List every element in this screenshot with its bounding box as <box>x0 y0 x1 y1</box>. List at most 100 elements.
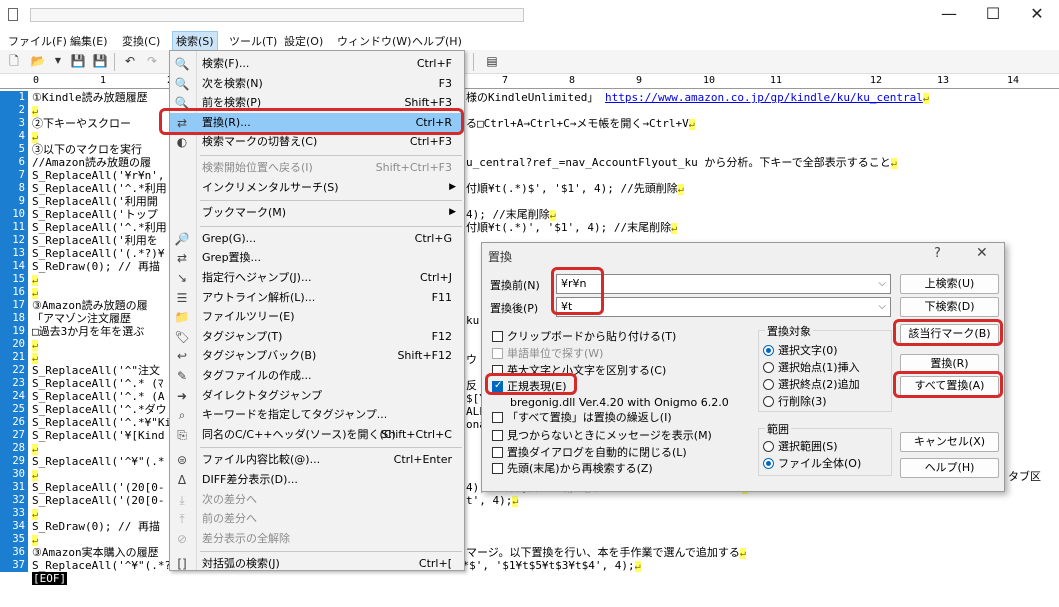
save-all-icon[interactable]: 💾 <box>92 53 108 69</box>
checkbox-box[interactable] <box>492 331 503 342</box>
menu-item[interactable]: ➜ ダイレクトタグジャンプ <box>170 386 464 405</box>
bracket-icon: [] <box>177 557 187 572</box>
dropdown-icon[interactable]: ▼ <box>50 53 66 69</box>
menu-convert[interactable]: 変換(C) <box>122 33 160 49</box>
text-fragment: 反 <box>466 379 477 392</box>
line-number: 16 <box>0 286 28 299</box>
search-up-button[interactable]: 上検索(U) <box>900 274 999 294</box>
menu-item[interactable]: 📁 ファイルツリー(E) <box>170 307 464 326</box>
print-preview-icon[interactable]: ▤ <box>484 53 500 69</box>
title-bar: — ☐ ✕ <box>0 0 1059 30</box>
radio-dot[interactable] <box>763 396 774 407</box>
replace-button[interactable]: 置換(R) <box>900 354 999 374</box>
menu-item[interactable]: インクリメンタルサーチ(S) ▶ <box>170 178 464 197</box>
checkbox-label: クリップボードから貼り付ける(T) <box>507 330 677 343</box>
menu-item[interactable]: ◐ 検索マークの切替え(C) Ctrl+F3 <box>170 132 464 151</box>
search-down-button[interactable]: 下検索(D) <box>900 297 999 317</box>
radio-dot[interactable] <box>763 379 774 390</box>
checkbox-box[interactable] <box>492 365 503 376</box>
menu-item-shortcut: Shift+F3 <box>404 96 452 110</box>
line-number: 24 <box>0 390 28 403</box>
return-mark: ↵ <box>32 470 39 481</box>
menu-window[interactable]: ウィンドウ(W) <box>337 33 411 49</box>
radio-dot[interactable] <box>763 345 774 356</box>
redo-icon[interactable]: ↷ <box>144 53 160 69</box>
menu-item-shortcut: Ctrl+[ <box>418 557 452 571</box>
header-icon: ⎘ <box>177 427 187 442</box>
return-mark: ↵ <box>922 93 929 104</box>
toolbar-separator <box>114 53 115 71</box>
code-line: ↵ <box>32 468 39 481</box>
menu-item[interactable]: ↘ 指定行へジャンプ(J)... Ctrl+J <box>170 268 464 287</box>
menu-item[interactable]: Δ DIFF差分表示(D)... <box>170 470 464 489</box>
cancel-button[interactable]: キャンセル(X) <box>900 432 999 452</box>
menu-item[interactable]: ⊜ ファイル内容比較(@)... Ctrl+Enter <box>170 450 464 469</box>
menu-item[interactable]: ↩ タグジャンプバック(B) Shift+F12 <box>170 346 464 365</box>
menu-item[interactable]: 🏷 タグジャンプ(T) F12 <box>170 327 464 346</box>
menu-item[interactable]: ☰ アウトライン解析(L)... F11 <box>170 288 464 307</box>
code-text: S_ReplaceAll('^.*¥"Ki <box>32 416 172 429</box>
code-text: S_ReplaceAll('^"注文 <box>32 364 160 377</box>
menu-tools[interactable]: ツール(T) <box>229 33 277 49</box>
checkbox-box[interactable] <box>492 348 503 359</box>
line-number: 19 <box>0 325 28 338</box>
menu-search[interactable]: 検索(S) <box>172 31 218 51</box>
close-icon[interactable]: ✕ <box>976 245 988 261</box>
menu-item[interactable]: 🔍 次を検索(N) F3 <box>170 74 464 93</box>
menu-file[interactable]: ファイル(F) <box>8 33 67 49</box>
menu-item[interactable]: 🔎 Grep(G)... Ctrl+G <box>170 229 464 248</box>
checkbox-box[interactable] <box>492 379 503 393</box>
line-number: 28 <box>0 442 28 455</box>
chevron-down-icon[interactable]: ⌵ <box>878 298 886 316</box>
chevron-down-icon[interactable]: ⌵ <box>878 275 886 293</box>
code-text: S_ReplaceAll('(.*?)¥ <box>32 247 165 260</box>
checkbox-box[interactable] <box>492 430 503 441</box>
radio-dot[interactable] <box>763 441 774 452</box>
menu-item[interactable]: ⎘ 同名のC/C++ヘッダ(ソース)を開く(C) Shift+Ctrl+C <box>170 425 464 444</box>
code-line-tail: u_central?ref_=nav_AccountFlyout_ku から分析… <box>466 156 897 169</box>
menu-item[interactable]: 🔍 前を検索(P) Shift+F3 <box>170 93 464 112</box>
help-button[interactable]: ヘルプ(H) <box>900 458 999 478</box>
minimize-button[interactable]: — <box>927 0 971 30</box>
menu-settings[interactable]: 設定(O) <box>284 33 323 49</box>
replace-all-button[interactable]: すべて置換(A) <box>900 376 999 396</box>
replace-after-field[interactable]: ¥t ⌵ <box>556 297 891 317</box>
ruler-label: 14 <box>1007 75 1020 86</box>
radio-dot[interactable] <box>763 362 774 373</box>
checkbox-box[interactable] <box>492 463 503 474</box>
mark-lines-button[interactable]: 該当行マーク(B) <box>900 324 999 344</box>
return-mark: ↵ <box>32 275 39 286</box>
checkbox-box[interactable] <box>492 447 503 458</box>
line-number: 36 <box>0 546 28 559</box>
menu-item[interactable]: [] 対括弧の検索(J) Ctrl+[ <box>170 554 464 573</box>
radio-dot[interactable] <box>763 458 774 469</box>
menu-help[interactable]: ヘルプ(H) <box>412 33 462 49</box>
line-number: 35 <box>0 533 28 546</box>
open-folder-icon[interactable]: 📂 <box>30 53 46 69</box>
menu-item[interactable]: ✎ タグファイルの作成... <box>170 366 464 385</box>
menu-item[interactable]: ⌕ キーワードを指定してタグジャンプ... <box>170 405 464 424</box>
url-link[interactable]: https://www.amazon.co.jp/gp/kindle/ku/ku… <box>605 91 923 104</box>
line-number: 20 <box>0 338 28 351</box>
checkbox-box[interactable] <box>492 412 503 423</box>
new-file-icon[interactable]: 🗋 <box>6 53 22 69</box>
menu-item[interactable]: ⇄ Grep置換... <box>170 248 464 267</box>
undo-icon[interactable]: ↶ <box>122 53 138 69</box>
replace-before-field[interactable]: ¥r¥n ⌵ <box>556 274 891 294</box>
code-line: S_ReplaceAll('¥[Kind <box>32 429 164 442</box>
menu-edit[interactable]: 編集(E) <box>70 33 108 49</box>
code-line: ↵ <box>32 533 39 546</box>
code-text: S_ReplaceAll('利用開 <box>32 195 158 208</box>
code-text: S_ReDraw(0); // 再描 <box>32 260 160 273</box>
menu-item-label: Grep置換... <box>202 251 262 265</box>
save-icon[interactable]: 💾 <box>70 53 86 69</box>
menu-item[interactable]: ブックマーク(M) ▶ <box>170 203 464 222</box>
line-number: 10 <box>0 208 28 221</box>
close-button[interactable]: ✕ <box>1015 0 1059 30</box>
tag-back-icon: ↩ <box>176 349 188 364</box>
menu-item[interactable]: 🔍 検索(F)... Ctrl+F <box>170 54 464 73</box>
menu-item[interactable]: ⇄ 置換(R)... Ctrl+R <box>170 112 464 132</box>
maximize-button[interactable]: ☐ <box>971 0 1015 30</box>
help-icon[interactable]: ? <box>934 246 941 261</box>
menu-item-label: 次の差分へ <box>202 492 257 506</box>
